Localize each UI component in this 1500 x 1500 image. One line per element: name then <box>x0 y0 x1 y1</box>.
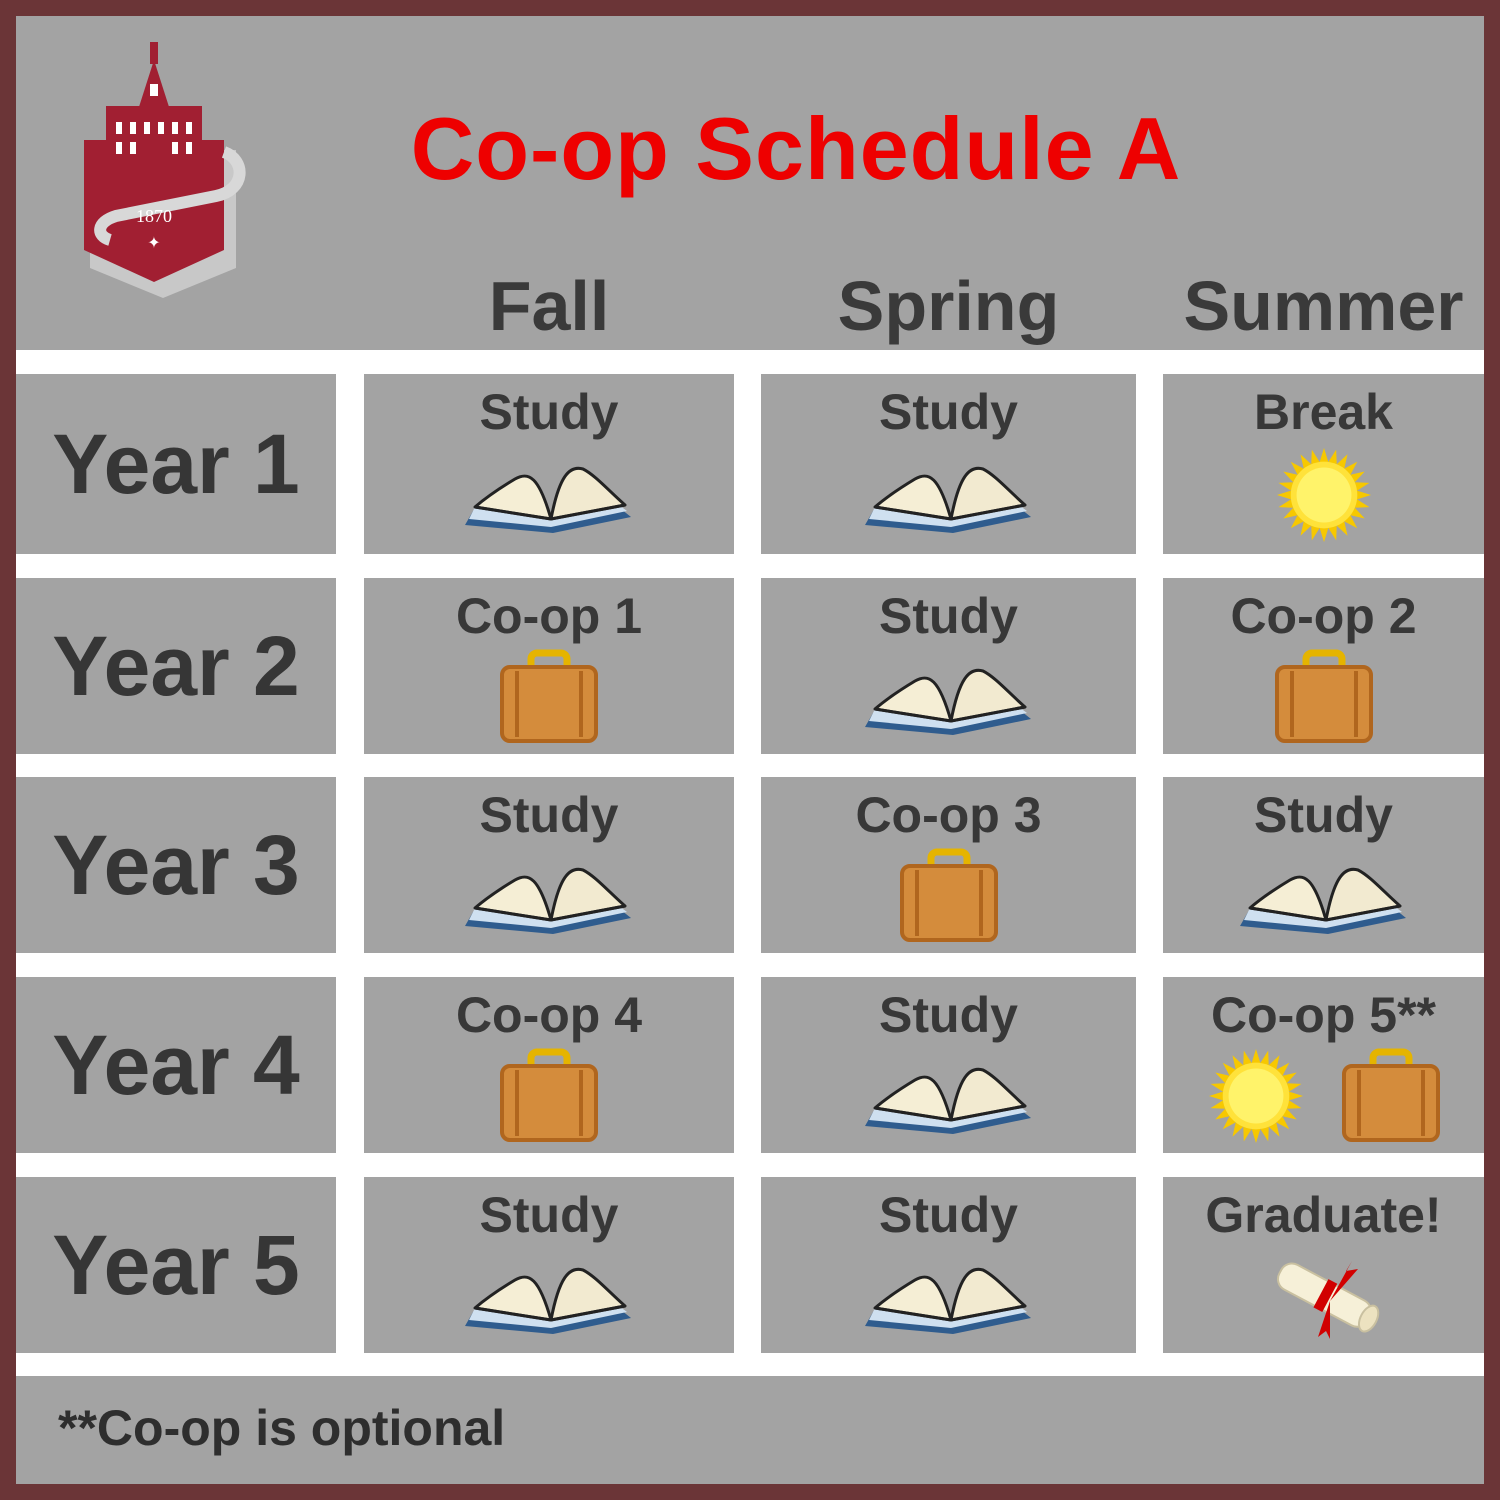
cell-label: Co-op 2 <box>1230 588 1417 644</box>
footer: **Co-op is optional <box>16 1376 1484 1484</box>
suitcase-icon <box>1341 1048 1441 1144</box>
cell-label: Study <box>879 384 1018 440</box>
cell-label: Study <box>479 384 619 440</box>
cell-label: Break <box>1254 384 1393 440</box>
cell-year-5-spring: Study <box>761 1177 1136 1353</box>
cell-label: Co-op 5** <box>1211 987 1436 1043</box>
sun-icon <box>1275 446 1373 544</box>
sun-icon <box>1207 1047 1305 1145</box>
header: 1870 ✦ Co-op Schedule A Fall Spring Summ… <box>16 16 1484 350</box>
book-icon <box>459 856 639 936</box>
cell-year-1-fall: Study <box>364 374 734 554</box>
cell-year-2-summer: Co-op 2 <box>1163 578 1484 754</box>
column-header-fall: Fall <box>488 267 610 345</box>
column-header-summer: Summer <box>1183 267 1464 345</box>
page-title: Co-op Schedule A <box>410 99 1182 198</box>
row-label-year-2: Year 2 <box>16 578 336 754</box>
cell-label: Co-op 1 <box>455 588 643 644</box>
cell-year-3-spring: Co-op 3 <box>761 777 1136 953</box>
cell-label: Study <box>479 1187 619 1243</box>
cell-year-4-summer: Co-op 5** <box>1163 977 1484 1153</box>
crest-year-text: 1870 <box>136 206 172 226</box>
cell-year-4-fall: Co-op 4 <box>364 977 734 1153</box>
book-icon <box>859 1056 1039 1136</box>
footnote: **Co-op is optional <box>58 1400 506 1456</box>
cell-label: Study <box>879 1187 1018 1243</box>
cell-label: Co-op 4 <box>455 987 643 1043</box>
column-header-spring: Spring <box>837 267 1060 345</box>
suitcase-icon <box>499 1048 599 1144</box>
cell-year-5-summer: Graduate! <box>1163 1177 1484 1353</box>
book-icon <box>859 455 1039 535</box>
university-crest-logo: 1870 ✦ <box>84 42 246 298</box>
book-icon <box>459 1256 639 1336</box>
cell-label: Study <box>1254 787 1393 843</box>
cell-year-1-spring: Study <box>761 374 1136 554</box>
cell-label: Co-op 3 <box>855 787 1042 843</box>
cell-label: Study <box>879 588 1018 644</box>
book-icon <box>1234 856 1414 936</box>
cell-year-2-spring: Study <box>761 578 1136 754</box>
row-label-year-4: Year 4 <box>16 977 336 1153</box>
row-label-year-1: Year 1 <box>16 374 336 554</box>
suitcase-icon <box>1274 649 1374 745</box>
cell-label: Study <box>879 987 1018 1043</box>
book-icon <box>859 657 1039 737</box>
cell-year-2-fall: Co-op 1 <box>364 578 734 754</box>
cell-year-5-fall: Study <box>364 1177 734 1353</box>
schedule-frame: 1870 ✦ Co-op Schedule A Fall Spring Summ… <box>16 16 1484 1484</box>
cell-year-3-summer: Study <box>1163 777 1484 953</box>
suitcase-icon <box>899 848 999 944</box>
cell-year-1-summer: Break <box>1163 374 1484 554</box>
svg-text:✦: ✦ <box>147 233 160 252</box>
row-label-year-5: Year 5 <box>16 1177 336 1353</box>
book-icon <box>459 455 639 535</box>
cell-label: Study <box>479 787 619 843</box>
row-label-year-3: Year 3 <box>16 777 336 953</box>
diploma-icon <box>1264 1251 1384 1341</box>
cell-year-4-spring: Study <box>761 977 1136 1153</box>
cell-year-3-fall: Study <box>364 777 734 953</box>
cell-label: Graduate! <box>1205 1187 1442 1243</box>
book-icon <box>859 1256 1039 1336</box>
suitcase-icon <box>499 649 599 745</box>
